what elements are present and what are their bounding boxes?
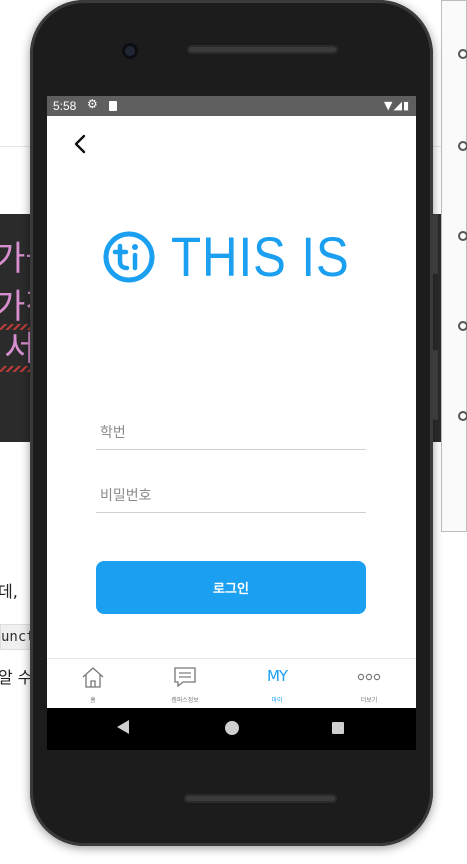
- logo-text: THIS IS: [171, 225, 350, 288]
- home-icon: [82, 667, 104, 688]
- power-button[interactable]: [433, 350, 438, 420]
- panel-icon: [458, 411, 467, 421]
- earpiece-speaker: [187, 45, 338, 54]
- tab-home[interactable]: 홈: [47, 659, 139, 708]
- logo-ti-icon: [103, 231, 155, 283]
- tab-label: 홈: [90, 697, 96, 704]
- front-camera: [122, 43, 138, 59]
- back-triangle-icon[interactable]: [117, 720, 129, 734]
- sd-card-icon: [109, 101, 117, 111]
- login-button[interactable]: 로그인: [96, 561, 366, 614]
- background-text-line: 데,: [0, 582, 18, 601]
- gear-icon: ⚙: [87, 97, 98, 111]
- panel-icon: [458, 321, 467, 331]
- home-circle-icon[interactable]: [225, 721, 239, 735]
- background-side-panel: [441, 0, 467, 532]
- more-icon: [357, 673, 381, 681]
- background-text-line: 알 수: [0, 668, 33, 687]
- status-time: 5:58: [53, 99, 77, 113]
- recents-square-icon[interactable]: [332, 722, 344, 734]
- battery-icon: ▮: [402, 99, 410, 112]
- panel-icon: [458, 141, 467, 151]
- back-button[interactable]: [69, 132, 93, 156]
- app-screen: 5:58 ⚙ ▼◢▮ THIS IS 로그인: [47, 96, 416, 708]
- bottom-speaker: [184, 794, 337, 803]
- status-bar: 5:58 ⚙ ▼◢▮: [47, 96, 416, 116]
- bottom-tab-bar: 홈 캠퍼스정보 MY 마이 더보기: [47, 658, 416, 708]
- tab-label: 마이: [271, 697, 283, 704]
- tab-my[interactable]: MY 마이: [231, 659, 323, 708]
- tab-label: 캠퍼스정보: [171, 697, 199, 704]
- tab-label: 더보기: [360, 697, 378, 704]
- signal-icon: ◢: [393, 99, 403, 112]
- chat-icon: [174, 667, 196, 688]
- chevron-left-icon: [74, 134, 86, 154]
- volume-button[interactable]: [433, 214, 438, 274]
- panel-icon: [458, 49, 467, 59]
- panel-icon: [458, 231, 467, 241]
- tab-campus-info[interactable]: 캠퍼스정보: [139, 659, 231, 708]
- my-icon: MY: [266, 667, 288, 685]
- password-input[interactable]: [96, 479, 366, 513]
- android-nav-bar: [47, 708, 416, 750]
- app-logo: THIS IS: [103, 225, 363, 288]
- student-id-input[interactable]: [96, 416, 366, 450]
- status-icons: ▼◢▮: [384, 99, 410, 112]
- tab-more[interactable]: 더보기: [323, 659, 415, 708]
